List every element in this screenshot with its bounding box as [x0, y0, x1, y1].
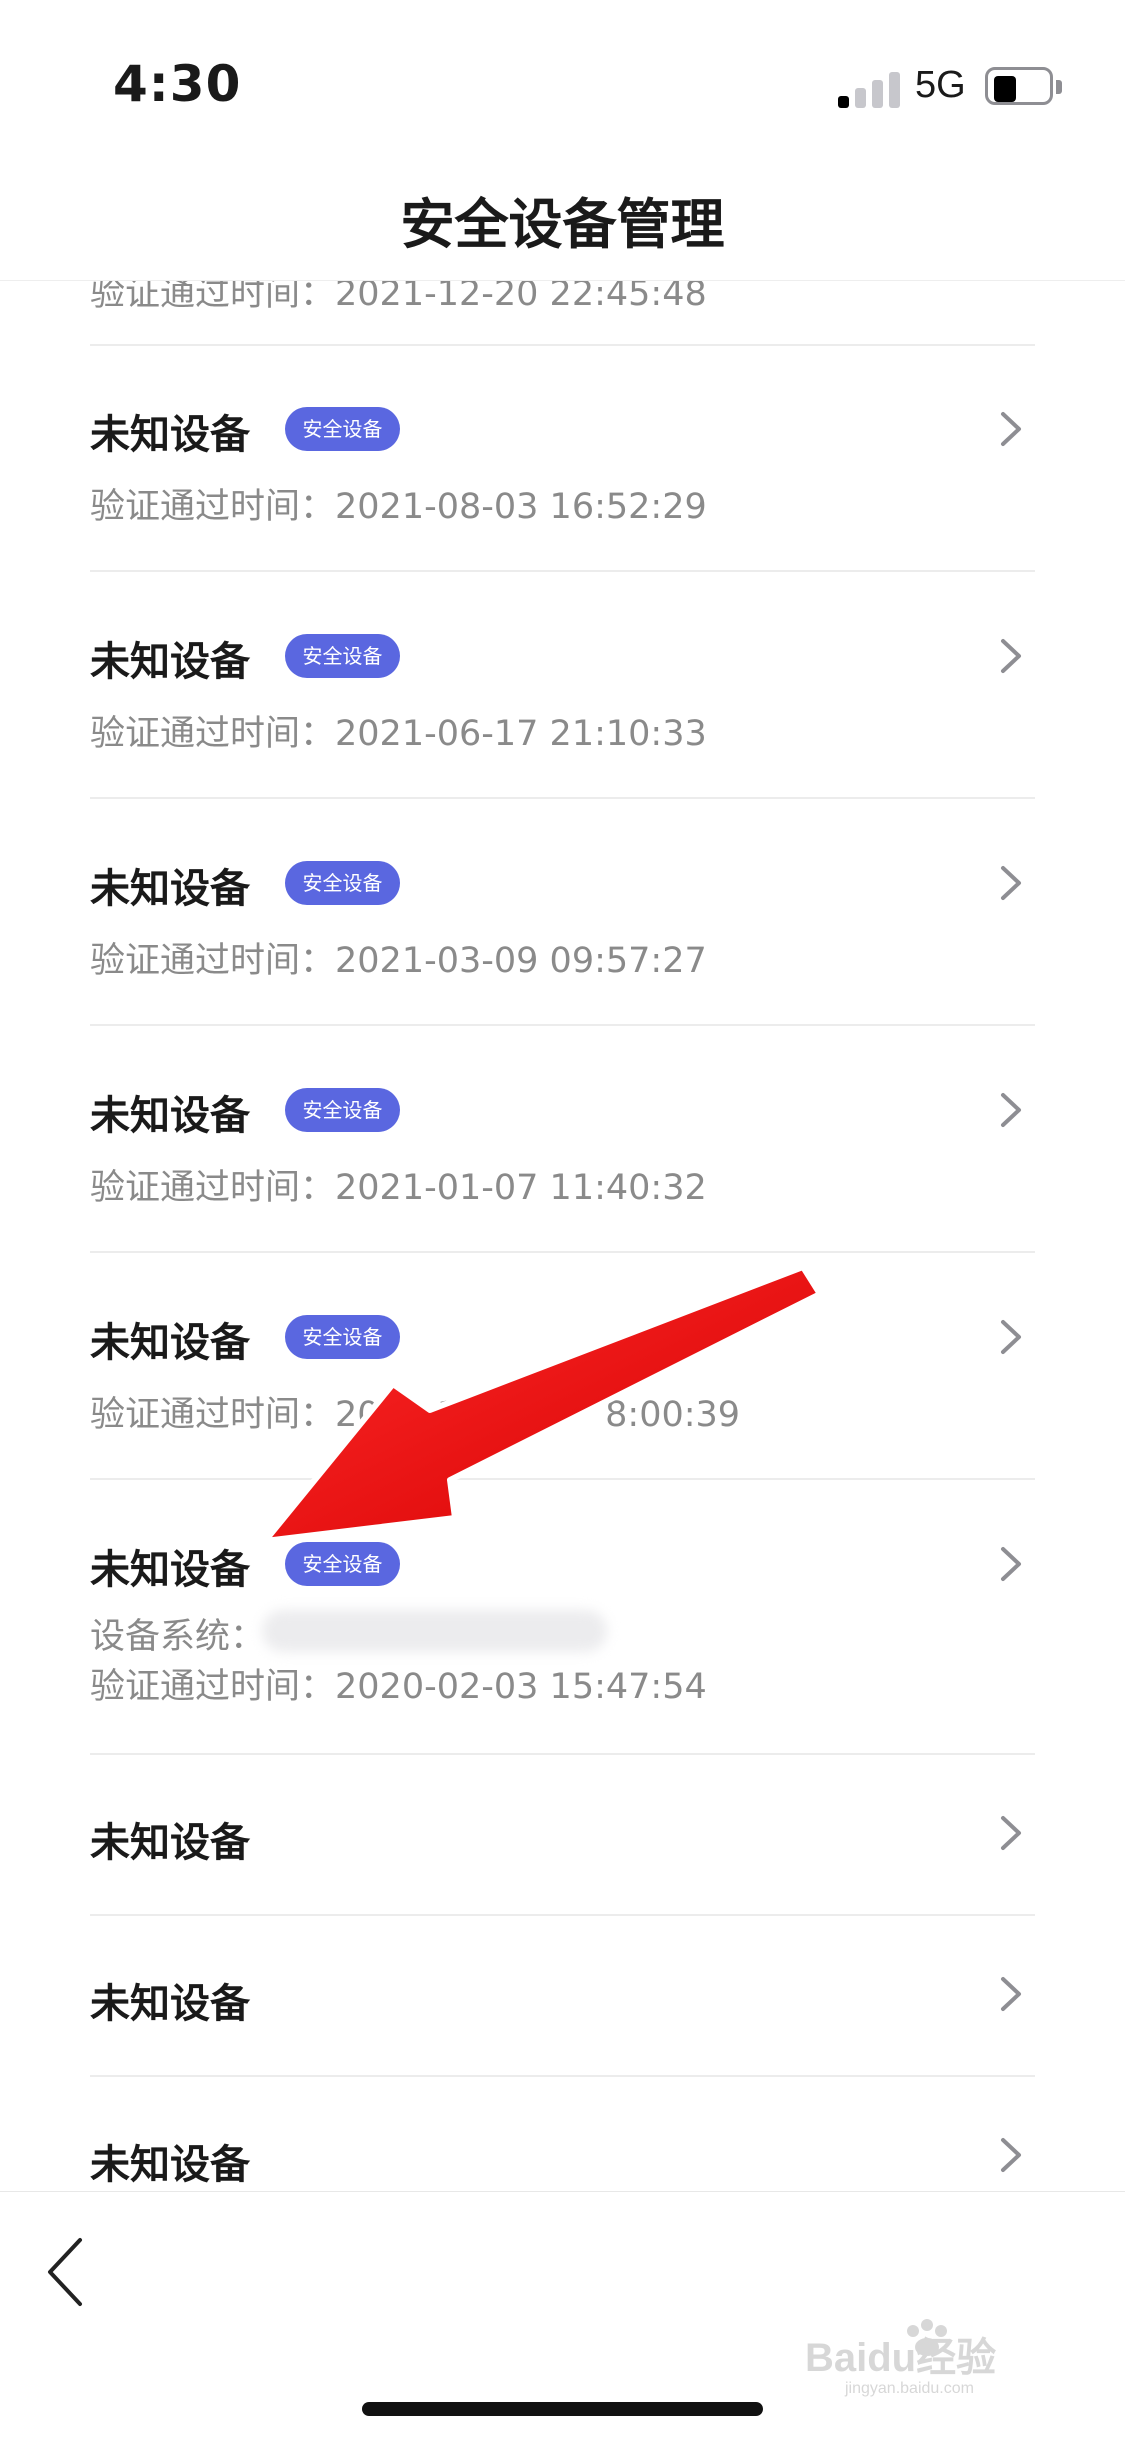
device-name: 未知设备 — [90, 1093, 250, 1139]
list-item[interactable]: 验证通过时间：2021-12-20 22:45:48 — [90, 281, 1035, 346]
device-name: 未知设备 — [90, 2142, 250, 2188]
list-item[interactable]: 未知设备 安全设备 验证通过时间：2021-08-03 16:52:29 — [90, 345, 1035, 572]
watermark-text: Baidu经验 — [805, 2336, 996, 2380]
time-value: 2021-03-09 09:57:27 — [335, 941, 707, 981]
device-name: 未知设备 — [90, 1820, 250, 1866]
device-name: 未知设备 — [90, 1981, 250, 2027]
device-time-line: 验证通过时间：2020-10-1 8:00:39 — [90, 1386, 740, 1437]
redacted-system-value — [262, 1610, 607, 1652]
device-time-line: 验证通过时间：2021-01-07 11:40:32 — [90, 1159, 707, 1210]
device-name: 未知设备 — [90, 639, 250, 685]
chevron-left-icon[interactable] — [40, 2232, 90, 2312]
list-item[interactable]: 未知设备 — [90, 1916, 1035, 2077]
home-indicator[interactable] — [362, 2402, 763, 2416]
nav-bar: 安全设备管理 — [0, 140, 1125, 281]
safe-device-badge: 安全设备 — [285, 407, 400, 451]
time-label: 验证通过时间： — [90, 714, 336, 754]
network-label: 5G — [915, 64, 966, 106]
system-label: 设备系统： — [90, 1617, 266, 1657]
device-time-line: 验证通过时间：2021-12-20 22:45:48 — [90, 281, 707, 316]
safe-device-badge: 安全设备 — [285, 1088, 400, 1132]
list-item[interactable]: 未知设备 安全设备 验证通过时间：2020-10-1 8:00:39 — [90, 1253, 1035, 1480]
list-item[interactable]: 未知设备 安全设备 验证通过时间：2021-06-17 21:10:33 — [90, 572, 1035, 799]
chevron-right-icon[interactable] — [993, 1090, 1029, 1130]
device-time-line: 验证通过时间：2021-08-03 16:52:29 — [90, 478, 707, 529]
time-label: 验证通过时间： — [90, 1395, 336, 1435]
list-item[interactable]: 未知设备 — [90, 2077, 1035, 2191]
time-label: 验证通过时间： — [90, 941, 336, 981]
bottom-toolbar: Baidu经验 jingyan.baidu.com — [0, 2191, 1125, 2437]
chevron-right-icon[interactable] — [993, 1544, 1029, 1584]
time-value: 2021-06-17 21:10:33 — [335, 714, 707, 754]
cellular-signal-icon — [838, 70, 902, 108]
watermark-subtext: jingyan.baidu.com — [844, 2380, 974, 2397]
time-label: 验证通过时间： — [90, 1168, 336, 1208]
chevron-right-icon[interactable] — [993, 1317, 1029, 1357]
battery-icon — [985, 67, 1065, 109]
device-list-viewport[interactable]: 验证通过时间：2021-12-20 22:45:48 未知设备 安全设备 验证通… — [0, 281, 1125, 2191]
time-value: 2021-12-20 22:45:48 — [335, 281, 707, 314]
page-title: 安全设备管理 — [400, 193, 725, 256]
chevron-right-icon[interactable] — [993, 1813, 1029, 1853]
device-time-line: 验证通过时间：2021-06-17 21:10:33 — [90, 705, 707, 756]
chevron-right-icon[interactable] — [993, 1974, 1029, 2014]
time-label: 验证通过时间： — [90, 281, 336, 314]
list-item[interactable]: 未知设备 安全设备 设备系统： 验证通过时间：2020-02-03 15:47:… — [90, 1480, 1035, 1755]
device-name: 未知设备 — [90, 1320, 250, 1366]
chevron-right-icon[interactable] — [993, 636, 1029, 676]
list-item[interactable]: 未知设备 — [90, 1755, 1035, 1916]
device-name: 未知设备 — [90, 412, 250, 458]
time-value: 2021-01-07 11:40:32 — [335, 1168, 707, 1208]
device-time-line: 验证通过时间：2020-02-03 15:47:54 — [90, 1658, 707, 1709]
time-label: 验证通过时间： — [90, 487, 336, 527]
time-label: 验证通过时间： — [90, 1667, 336, 1707]
chevron-right-icon[interactable] — [993, 2135, 1029, 2175]
list-item[interactable]: 未知设备 安全设备 验证通过时间：2021-03-09 09:57:27 — [90, 799, 1035, 1026]
status-time: 4:30 — [113, 55, 242, 113]
list-item[interactable]: 未知设备 安全设备 验证通过时间：2021-01-07 11:40:32 — [90, 1026, 1035, 1253]
safe-device-badge: 安全设备 — [285, 634, 400, 678]
device-name: 未知设备 — [90, 866, 250, 912]
device-name: 未知设备 — [90, 1547, 250, 1593]
time-value: 2020-02-03 15:47:54 — [335, 1667, 707, 1707]
device-time-line: 验证通过时间：2021-03-09 09:57:27 — [90, 932, 707, 983]
baidu-watermark-logo: Baidu经验 jingyan.baidu.com — [805, 2319, 996, 2397]
device-system-line: 设备系统： — [90, 1608, 265, 1659]
safe-device-badge: 安全设备 — [285, 1315, 400, 1359]
chevron-right-icon[interactable] — [993, 409, 1029, 449]
safe-device-badge: 安全设备 — [285, 861, 400, 905]
time-value: 2021-08-03 16:52:29 — [335, 487, 707, 527]
safe-device-badge: 安全设备 — [285, 1542, 400, 1586]
status-bar: 4:30 5G — [0, 0, 1125, 140]
time-value: 2020-10-1 8:00:39 — [335, 1395, 741, 1435]
chevron-right-icon[interactable] — [993, 863, 1029, 903]
